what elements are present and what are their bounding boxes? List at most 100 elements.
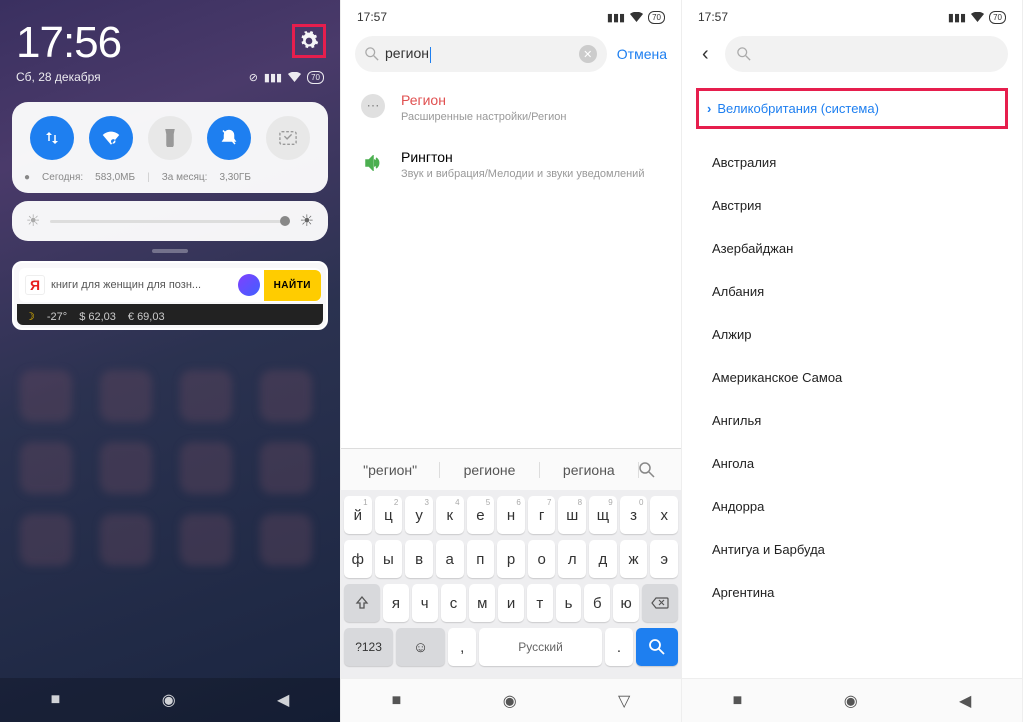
region-item[interactable]: Американское Самоа — [682, 356, 1022, 399]
emoji-key[interactable]: ☺ — [396, 628, 445, 666]
key-п[interactable]: п — [467, 540, 495, 578]
screenshot-toggle[interactable] — [266, 116, 310, 160]
comma-key[interactable]: , — [448, 628, 476, 666]
key-ш[interactable]: ш8 — [558, 496, 586, 534]
suggestion[interactable]: региона — [540, 462, 639, 478]
key-я[interactable]: я — [383, 584, 409, 622]
region-item[interactable]: Андорра — [682, 485, 1022, 528]
key-о[interactable]: о — [528, 540, 556, 578]
space-key[interactable]: Русский — [479, 628, 602, 666]
key-ф[interactable]: ф — [344, 540, 372, 578]
nav-back-button[interactable]: ◀ — [959, 691, 971, 711]
lockscreen-panel: 17:56 Сб, 28 декабря ⊘ ▮▮▮ 70 ● Сегодн — [0, 0, 341, 722]
key-б[interactable]: б — [584, 584, 610, 622]
key-ю[interactable]: ю — [613, 584, 639, 622]
battery-icon: 70 — [648, 11, 665, 24]
nav-recent-button[interactable]: ■ — [51, 691, 61, 709]
chevron-right-icon: › — [707, 101, 711, 116]
alice-icon[interactable] — [238, 274, 260, 296]
result-subtitle: Звук и вибрация/Мелодии и звуки уведомле… — [401, 167, 644, 182]
result-title: Регион — [401, 92, 566, 108]
yandex-widget[interactable]: Я книги для женщин для позн... НАЙТИ ☽ -… — [12, 261, 328, 330]
signal-icon: ▮▮▮ — [264, 71, 282, 84]
brightness-slider[interactable]: ☀ ☀ — [12, 201, 328, 241]
key-р[interactable]: р — [497, 540, 525, 578]
nav-recent-button[interactable]: ■ — [733, 692, 743, 710]
key-щ[interactable]: щ9 — [589, 496, 617, 534]
backspace-key[interactable] — [642, 584, 678, 622]
mobile-data-toggle[interactable] — [30, 116, 74, 160]
selected-region-highlight[interactable]: › Великобритания (система) — [696, 88, 1008, 129]
suggestion-search-icon[interactable] — [639, 462, 681, 478]
key-х[interactable]: х — [650, 496, 678, 534]
suggestion[interactable]: "регион" — [341, 462, 440, 478]
brightness-track[interactable] — [50, 220, 289, 223]
key-ч[interactable]: ч — [412, 584, 438, 622]
key-а[interactable]: а — [436, 540, 464, 578]
key-э[interactable]: э — [650, 540, 678, 578]
data-month-label: За месяц: — [162, 172, 208, 183]
yandex-find-button[interactable]: НАЙТИ — [264, 270, 321, 301]
search-field[interactable] — [725, 36, 1008, 72]
battery-icon: 70 — [989, 11, 1006, 24]
region-item[interactable]: Азербайджан — [682, 227, 1022, 270]
settings-gear-highlight[interactable] — [292, 24, 326, 58]
dnd-toggle[interactable] — [207, 116, 251, 160]
nav-home-button[interactable]: ◉ — [503, 691, 517, 711]
region-item[interactable]: Австралия — [682, 141, 1022, 184]
key-л[interactable]: л — [558, 540, 586, 578]
key-н[interactable]: н6 — [497, 496, 525, 534]
wifi-toggle[interactable] — [89, 116, 133, 160]
search-key[interactable] — [636, 628, 678, 666]
back-button[interactable]: ‹ — [696, 39, 715, 70]
key-ы[interactable]: ы — [375, 540, 403, 578]
period-key[interactable]: . — [605, 628, 633, 666]
wifi-icon — [971, 12, 984, 22]
flashlight-toggle[interactable] — [148, 116, 192, 160]
key-у[interactable]: у3 — [405, 496, 433, 534]
key-е[interactable]: е5 — [467, 496, 495, 534]
region-item[interactable]: Ангилья — [682, 399, 1022, 442]
key-к[interactable]: к4 — [436, 496, 464, 534]
suggestion-bar: "регион" регионе региона — [341, 448, 681, 490]
region-item[interactable]: Аргентина — [682, 571, 1022, 614]
key-в[interactable]: в — [405, 540, 433, 578]
region-item[interactable]: Ангола — [682, 442, 1022, 485]
key-й[interactable]: й1 — [344, 496, 372, 534]
numbers-key[interactable]: ?123 — [344, 628, 393, 666]
settings-result-icon: ⋯ — [361, 94, 385, 118]
key-ж[interactable]: ж — [620, 540, 648, 578]
region-item[interactable]: Антигуа и Барбуда — [682, 528, 1022, 571]
key-ц[interactable]: ц2 — [375, 496, 403, 534]
nav-recent-button[interactable]: ■ — [392, 692, 402, 710]
key-д[interactable]: д — [589, 540, 617, 578]
region-item[interactable]: Албания — [682, 270, 1022, 313]
search-result[interactable]: ⋯ Регион Расширенные настройки/Регион — [341, 80, 681, 137]
cancel-button[interactable]: Отмена — [617, 46, 667, 62]
data-today-value: 583,0МБ — [95, 172, 135, 183]
nav-home-button[interactable]: ◉ — [844, 691, 858, 711]
key-ь[interactable]: ь — [556, 584, 582, 622]
key-з[interactable]: з0 — [620, 496, 648, 534]
clear-button[interactable]: ✕ — [579, 45, 597, 63]
key-и[interactable]: и — [498, 584, 524, 622]
data-month-value: 3,30ГБ — [219, 172, 250, 183]
region-item[interactable]: Алжир — [682, 313, 1022, 356]
region-item[interactable]: Австрия — [682, 184, 1022, 227]
suggestion[interactable]: регионе — [440, 462, 539, 478]
key-м[interactable]: м — [469, 584, 495, 622]
nav-home-button[interactable]: ◉ — [162, 690, 176, 710]
key-с[interactable]: с — [441, 584, 467, 622]
nav-back-button[interactable]: ◀ — [277, 690, 289, 710]
dnd-icon: ⊘ — [249, 71, 258, 84]
brightness-low-icon: ☀ — [26, 211, 40, 231]
nav-back-button[interactable]: ▽ — [618, 691, 630, 711]
drag-handle[interactable] — [152, 249, 188, 253]
key-г[interactable]: г7 — [528, 496, 556, 534]
search-result[interactable]: Рингтон Звук и вибрация/Мелодии и звуки … — [341, 137, 681, 194]
battery-icon: 70 — [307, 71, 324, 84]
search-field[interactable]: регион ✕ — [355, 36, 607, 72]
yandex-query[interactable]: книги для женщин для позн... — [51, 279, 234, 291]
shift-key[interactable] — [344, 584, 380, 622]
key-т[interactable]: т — [527, 584, 553, 622]
